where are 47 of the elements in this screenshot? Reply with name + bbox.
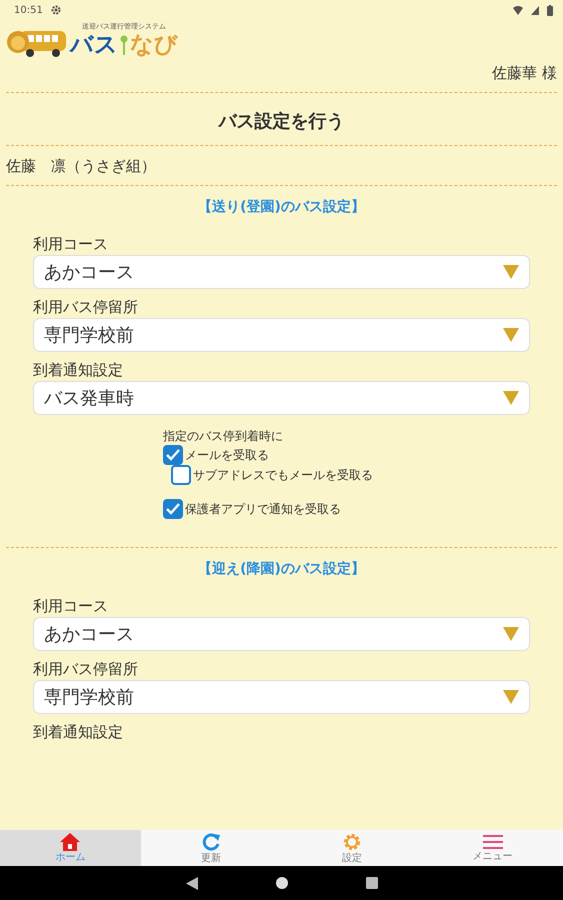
field-label: 利用バス停留所 bbox=[33, 297, 139, 317]
battery-icon bbox=[547, 4, 553, 16]
checkbox[interactable] bbox=[163, 445, 183, 465]
refresh-icon bbox=[201, 832, 222, 852]
dropdown[interactable]: バス発車時 bbox=[33, 381, 530, 415]
logo-word: バス bbox=[70, 32, 118, 58]
checkbox-label: 保護者アプリで通知を受取る bbox=[185, 500, 341, 518]
gear-icon bbox=[50, 5, 61, 15]
nav-tab[interactable]: メニュー bbox=[422, 830, 563, 866]
field-label: 到着通知設定 bbox=[33, 722, 124, 742]
user-name: 佐藤華 様 bbox=[491, 63, 558, 84]
section-title: 【迎え(降園)のバス設定】 bbox=[197, 560, 366, 579]
dropdown[interactable]: あかコース bbox=[33, 255, 530, 289]
page-title: バス設定を行う bbox=[217, 110, 346, 134]
dropdown-arrow-icon bbox=[503, 627, 519, 641]
status-time: 10:51 bbox=[14, 4, 43, 16]
bus-stop-icon bbox=[120, 35, 128, 55]
checkbox[interactable] bbox=[163, 499, 183, 519]
checkbox[interactable] bbox=[171, 465, 191, 485]
menu-icon bbox=[482, 834, 503, 850]
wifi-icon bbox=[513, 6, 523, 14]
back-icon[interactable] bbox=[186, 876, 198, 890]
field-label: 利用コース bbox=[33, 234, 109, 254]
logo-word: なび bbox=[130, 32, 178, 58]
dropdown[interactable]: あかコース bbox=[33, 617, 530, 651]
field-label: 利用バス停留所 bbox=[33, 659, 139, 679]
dropdown-arrow-icon bbox=[503, 328, 519, 342]
child-name: 佐藤 凛（うさぎ組） bbox=[5, 156, 157, 177]
checkbox-label: サブアドレスでもメールを受取る bbox=[193, 466, 373, 484]
field-label: 到着通知設定 bbox=[33, 360, 124, 380]
dropdown-arrow-icon bbox=[503, 265, 519, 279]
nav-tab[interactable]: 更新 bbox=[140, 830, 282, 866]
bus-drawing bbox=[6, 28, 68, 58]
signal-icon bbox=[531, 6, 539, 14]
dropdown-arrow-icon bbox=[503, 391, 519, 405]
recents-icon[interactable] bbox=[366, 877, 378, 889]
notify-caption: 指定のバス停到着時に bbox=[163, 428, 284, 445]
dropdown[interactable]: 専門学校前 bbox=[33, 680, 530, 714]
dropdown[interactable]: 専門学校前 bbox=[33, 318, 530, 352]
checkbox-label: メールを受取る bbox=[185, 446, 269, 464]
gear-icon bbox=[342, 832, 362, 852]
home-circle-icon[interactable] bbox=[276, 877, 288, 889]
house-icon bbox=[60, 833, 80, 851]
field-label: 利用コース bbox=[33, 596, 109, 616]
section-title: 【送り(登園)のバス設定】 bbox=[197, 198, 366, 217]
dropdown-arrow-icon bbox=[503, 690, 519, 704]
nav-tab[interactable]: 設定 bbox=[282, 830, 422, 866]
